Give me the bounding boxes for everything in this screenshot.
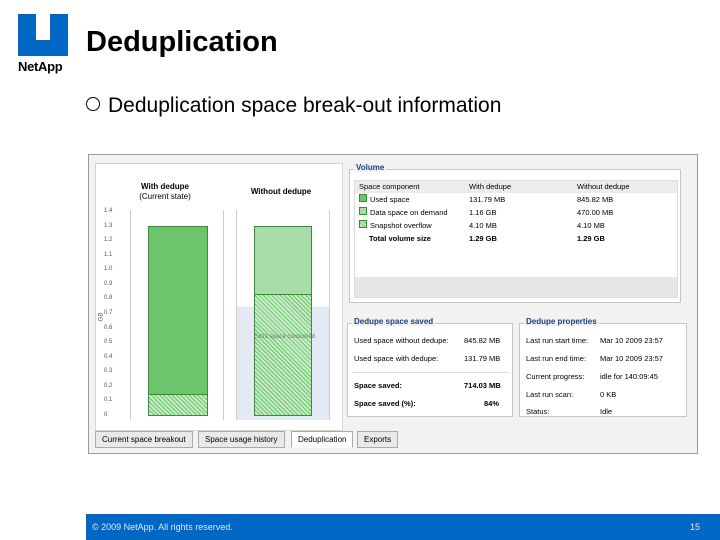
slide-title: Deduplication bbox=[86, 26, 278, 58]
chart-col-with-dedupe-header: With dedupe (Current state) bbox=[130, 182, 200, 202]
row-name-cell: Used space bbox=[359, 194, 410, 206]
divider bbox=[352, 372, 508, 373]
space-saved-value: 714.03 MB bbox=[464, 381, 501, 390]
dedupe-properties-group: Dedupe properties Last run start time: M… bbox=[519, 317, 687, 417]
chart-y-label: GB bbox=[98, 312, 105, 322]
y-tick-label: 0.9 bbox=[104, 280, 113, 287]
footer-bar: © 2009 NetApp. All rights reserved. 15 bbox=[86, 514, 720, 540]
row-with: 1.16 GB bbox=[469, 208, 497, 217]
chart-col1-title: With dedupe bbox=[141, 182, 189, 191]
tab-deduplication[interactable]: Deduplication bbox=[291, 431, 354, 448]
y-tick-label: 0.1 bbox=[104, 397, 113, 404]
status-label: Status: bbox=[526, 407, 550, 416]
table-row[interactable]: Snapshot overflow 4.10 MB 4.10 MB bbox=[355, 220, 677, 232]
end-time-label: Last run end time: bbox=[526, 354, 587, 363]
chart-col1-subtitle: (Current state) bbox=[139, 192, 191, 201]
table-row-total[interactable]: Total volume size 1.29 GB 1.29 GB bbox=[355, 233, 677, 245]
used-with-label: Used space with dedupe: bbox=[354, 354, 439, 363]
tab-space-usage-history[interactable]: Space usage history bbox=[198, 431, 285, 448]
tab-exports[interactable]: Exports bbox=[357, 431, 399, 448]
row-name: Used space bbox=[370, 195, 410, 204]
used-without-label: Used space without dedupe: bbox=[354, 336, 449, 345]
progress-value: idle for 140:09:45 bbox=[600, 372, 658, 381]
y-tick-label: 1.0 bbox=[104, 266, 113, 273]
table-row[interactable]: Data space on demand 1.16 GB 470.00 MB bbox=[355, 207, 677, 219]
extra-space-note: Extra space consumed bbox=[254, 334, 316, 340]
start-time-label: Last run start time: bbox=[526, 336, 589, 345]
y-tick-label: 0.5 bbox=[104, 339, 113, 346]
end-time-value: Mar 10 2009 23:57 bbox=[600, 354, 663, 363]
y-tick-label: 1.4 bbox=[104, 208, 113, 214]
start-time-value: Mar 10 2009 23:57 bbox=[600, 336, 663, 345]
bar-without-dedupe-used-space bbox=[254, 294, 312, 416]
slide-bullet-text: Deduplication space break-out informatio… bbox=[108, 94, 502, 117]
table-empty-area bbox=[355, 277, 677, 297]
scan-value: 0 KB bbox=[600, 390, 617, 399]
y-tick-label: 0.2 bbox=[104, 382, 113, 389]
snapshot-swatch-icon bbox=[359, 220, 367, 228]
total-name: Total volume size bbox=[369, 234, 431, 243]
col-header-component[interactable]: Space component bbox=[359, 181, 419, 193]
total-with: 1.29 GB bbox=[469, 234, 497, 243]
row-without: 470.00 MB bbox=[577, 208, 614, 217]
y-tick-label: 0.4 bbox=[104, 353, 113, 360]
chart-col2-title: Without dedupe bbox=[250, 187, 312, 196]
row-name: Snapshot overflow bbox=[370, 221, 432, 230]
bar-with-dedupe-data-on-demand bbox=[148, 226, 208, 396]
copyright-text: © 2009 NetApp. All rights reserved. bbox=[92, 522, 233, 532]
page-number: 15 bbox=[689, 522, 700, 532]
space-saved-pct-label: Space saved (%): bbox=[354, 399, 416, 408]
y-tick-label: 0.8 bbox=[104, 295, 113, 302]
row-with: 4.10 MB bbox=[469, 221, 497, 230]
y-tick-label: 0 bbox=[104, 412, 108, 418]
scan-label: Last run scan: bbox=[526, 390, 574, 399]
status-value: Idle bbox=[600, 407, 613, 416]
volume-legend: Volume bbox=[354, 163, 387, 172]
progress-label: Current progress: bbox=[526, 372, 585, 381]
bullet-ring-icon bbox=[86, 97, 100, 111]
space-breakout-chart: With dedupe (Current state) Without dedu… bbox=[95, 163, 343, 431]
row-name-cell: Data space on demand bbox=[359, 207, 448, 219]
y-tick-label: 1.3 bbox=[104, 222, 113, 229]
col-header-without-dedupe[interactable]: Without dedupe bbox=[577, 181, 630, 193]
row-without: 4.10 MB bbox=[577, 221, 605, 230]
volume-group: Volume Space component With dedupe Witho… bbox=[349, 163, 681, 303]
space-saved-pct-value: 84% bbox=[484, 399, 500, 408]
space-saved-label: Space saved: bbox=[354, 381, 402, 390]
y-tick-label: 0.7 bbox=[104, 310, 113, 316]
data-space-swatch-icon bbox=[359, 207, 367, 215]
volume-table-header: Space component With dedupe Without dedu… bbox=[355, 181, 677, 193]
total-without: 1.29 GB bbox=[577, 234, 605, 243]
slide-bullet: Deduplication space break-out informatio… bbox=[86, 94, 501, 118]
y-tick-label: 0.3 bbox=[104, 368, 113, 375]
system-manager-screenshot: With dedupe (Current state) Without dedu… bbox=[88, 154, 698, 454]
used-without-value: 845.82 MB bbox=[464, 336, 501, 345]
bar-without-dedupe-data-on-demand bbox=[254, 226, 312, 296]
col-header-with-dedupe[interactable]: With dedupe bbox=[469, 181, 511, 193]
bar-with-dedupe-used-space bbox=[148, 394, 208, 416]
dedupe-space-saved-group: Dedupe space saved Used space without de… bbox=[347, 317, 513, 417]
row-name-cell: Snapshot overflow bbox=[359, 220, 432, 232]
tab-current-space-breakout[interactable]: Current space breakout bbox=[95, 431, 193, 448]
volume-table: Space component With dedupe Without dedu… bbox=[354, 180, 678, 298]
row-without: 845.82 MB bbox=[577, 195, 614, 204]
netapp-logo-text: NetApp bbox=[18, 59, 63, 74]
row-with: 131.79 MB bbox=[469, 195, 506, 204]
y-tick-label: 0.6 bbox=[104, 324, 113, 331]
used-with-value: 131.79 MB bbox=[464, 354, 501, 363]
netapp-logo: NetApp bbox=[18, 14, 70, 76]
y-tick-label: 1.2 bbox=[104, 237, 113, 244]
dedupe-props-legend: Dedupe properties bbox=[524, 317, 599, 326]
used-space-swatch-icon bbox=[359, 194, 367, 202]
y-tick-label: 1.1 bbox=[104, 251, 113, 258]
netapp-logo-slot bbox=[36, 14, 50, 40]
dedupe-saved-legend: Dedupe space saved bbox=[352, 317, 436, 326]
table-row[interactable]: Used space 131.79 MB 845.82 MB bbox=[355, 194, 677, 206]
row-name: Data space on demand bbox=[370, 208, 448, 217]
